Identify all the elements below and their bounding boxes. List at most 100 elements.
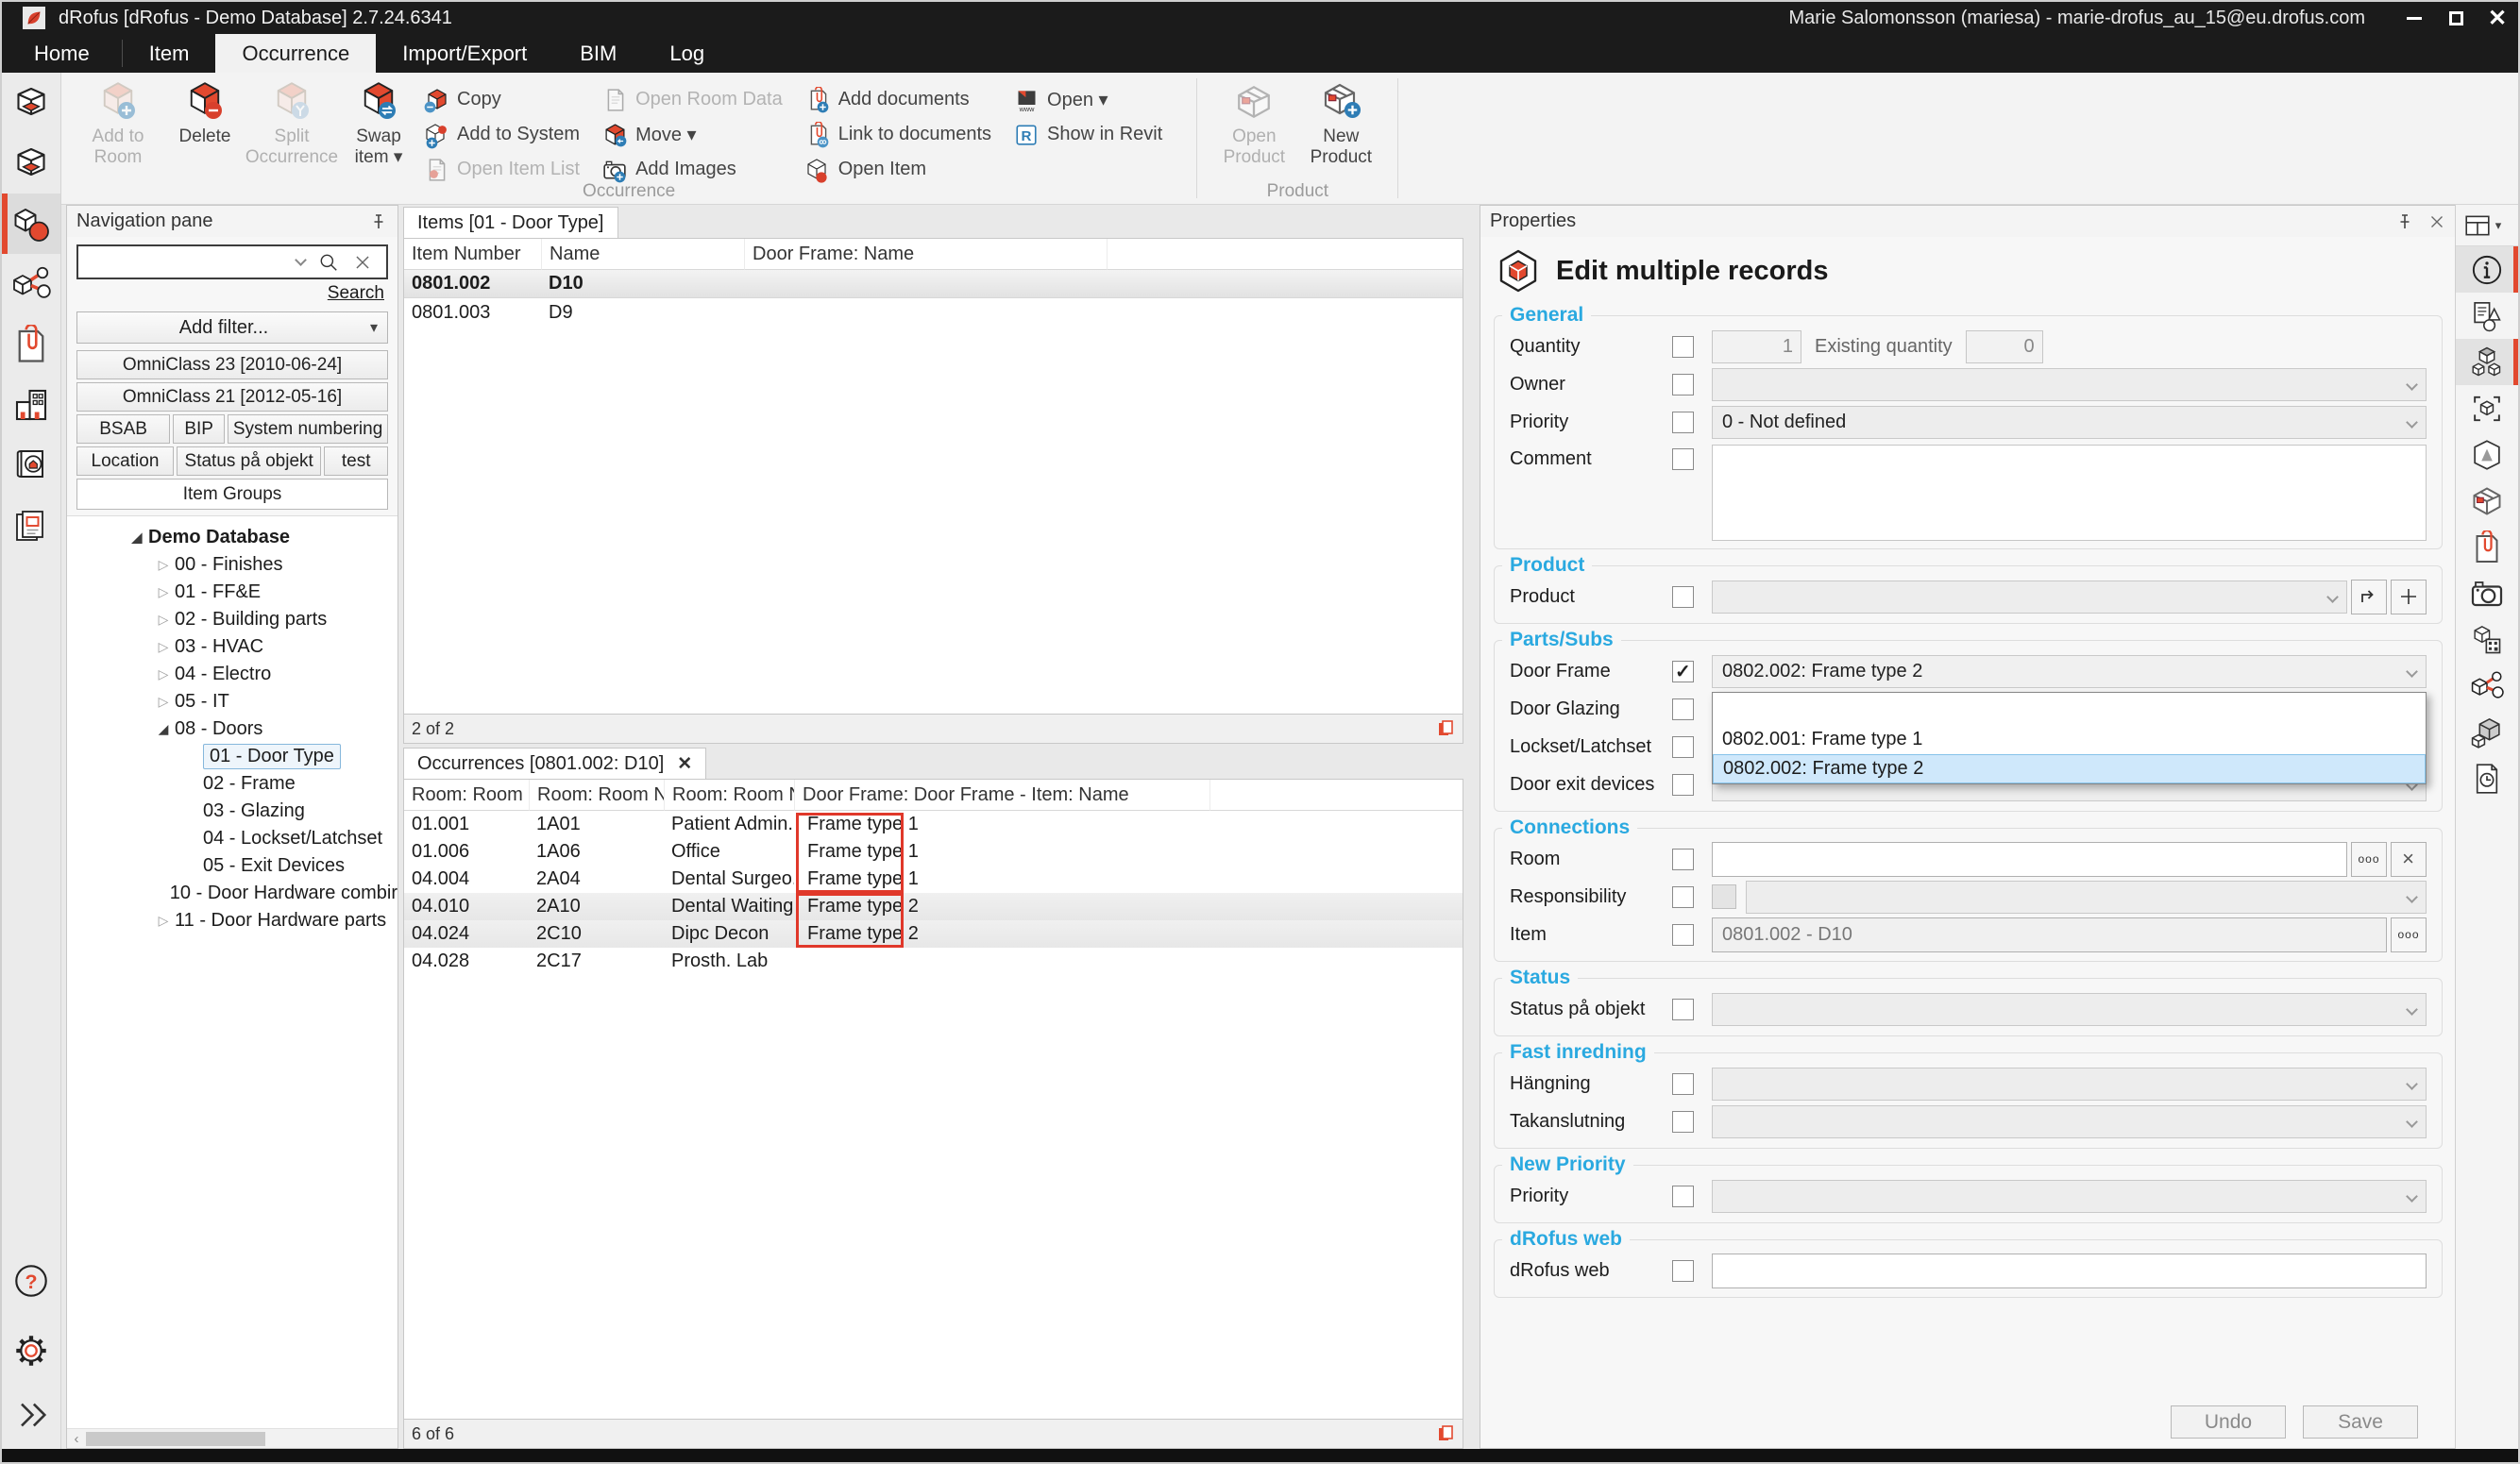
new-priority-select[interactable] [1712, 1180, 2427, 1213]
tree-collapsed-icon[interactable]: ▷ [152, 557, 175, 573]
items-col-door-frame-name[interactable]: Door Frame: Name [744, 239, 1107, 270]
comment-checkbox[interactable] [1672, 448, 1694, 470]
quantity-input[interactable]: 1 [1712, 330, 1801, 363]
add-to-room-button[interactable]: Add toRoom [76, 80, 160, 168]
scrollbar-thumb[interactable] [86, 1432, 265, 1446]
items-col-item-number[interactable]: Item Number [404, 239, 541, 270]
tab-occurrence[interactable]: Occurrence [215, 34, 376, 73]
responsibility-mini-checkbox[interactable] [1712, 884, 1736, 909]
quantity-checkbox[interactable] [1672, 336, 1694, 358]
tree-collapsed-icon[interactable]: ▷ [152, 913, 175, 929]
tree-collapsed-icon[interactable]: ▷ [152, 584, 175, 600]
comment-textarea[interactable] [1712, 445, 2427, 541]
tree-item-04-lockset[interactable]: 04 - Lockset/Latchset [67, 825, 397, 852]
close-panel-icon[interactable] [2427, 212, 2446, 231]
tree-item-03-hvac[interactable]: ▷03 - HVAC [67, 633, 397, 661]
filter-test-button[interactable]: test [324, 446, 388, 476]
filter-omniclass23-button[interactable]: OmniClass 23 [2010-06-24] [76, 350, 388, 379]
rtool-systems-button[interactable] [2456, 663, 2518, 709]
occurrence-row[interactable]: 04.0282C17Prosth. Lab [404, 948, 1463, 975]
new-priority-checkbox[interactable] [1672, 1186, 1694, 1207]
items-row[interactable]: 0801.002 D10 [404, 270, 1463, 298]
close-tab-icon[interactable]: ✕ [677, 753, 692, 775]
hangning-checkbox[interactable] [1672, 1073, 1694, 1095]
filter-bsab-button[interactable]: BSAB [76, 414, 170, 444]
existing-quantity-input[interactable]: 0 [1966, 330, 2043, 363]
priority-select[interactable]: 0 - Not defined [1712, 406, 2427, 439]
occurrence-row[interactable]: 01.0011A01Patient Admin....Frame type 1 [404, 811, 1463, 838]
tree-collapsed-icon[interactable]: ▷ [152, 612, 175, 628]
tree-collapsed-icon[interactable]: ▷ [152, 666, 175, 682]
tree-item-04-electro[interactable]: ▷04 - Electro [67, 661, 397, 688]
filter-bip-button[interactable]: BIP [173, 414, 225, 444]
item-browse-button[interactable]: ooo [2391, 917, 2427, 952]
tab-home[interactable]: Home [2, 34, 122, 73]
sidebar-help-button[interactable] [2, 1262, 60, 1300]
occurrences-status-icon[interactable] [1436, 1424, 1455, 1443]
sidebar-room-data-button[interactable] [2, 133, 60, 194]
link-to-documents-button[interactable]: Link to documents [803, 117, 1012, 152]
tab-import-export[interactable]: Import/Export [376, 34, 553, 73]
undo-button[interactable]: Undo [2171, 1405, 2286, 1439]
sidebar-documents-button[interactable] [2, 314, 60, 375]
open-product-button[interactable]: OpenProduct [1212, 80, 1295, 168]
pin-icon[interactable] [369, 212, 388, 231]
sidebar-catalog-button[interactable] [2, 435, 60, 496]
tree-item-02-frame[interactable]: 02 - Frame [67, 770, 397, 798]
status-pa-objekt-checkbox[interactable] [1672, 999, 1694, 1020]
items-tab[interactable]: Items [01 - Door Type] [403, 207, 618, 238]
rtool-model-button[interactable] [2456, 431, 2518, 478]
rtool-classification-button[interactable] [2456, 616, 2518, 663]
rtool-images-button[interactable] [2456, 570, 2518, 616]
sidebar-reports-button[interactable] [2, 496, 60, 556]
owner-select[interactable] [1712, 368, 2427, 401]
show-in-revit-button[interactable]: Show in Revit [1012, 117, 1183, 152]
horizontal-scrollbar[interactable]: ‹ [67, 1428, 397, 1448]
occ-col-room-name[interactable]: Room: Room N... [664, 780, 794, 811]
rtool-bim-button[interactable] [2456, 385, 2518, 431]
rtool-documents-button[interactable] [2456, 524, 2518, 570]
tree-item-08-doors[interactable]: ◢08 - Doors [67, 715, 397, 743]
rtool-report-button[interactable] [2456, 293, 2518, 339]
tab-bim[interactable]: BIM [553, 34, 643, 73]
sidebar-expand-button[interactable] [2, 1396, 60, 1434]
tree-expanded-icon[interactable]: ◢ [126, 530, 148, 546]
item-checkbox[interactable] [1672, 924, 1694, 946]
items-status-icon[interactable] [1436, 719, 1455, 738]
filter-omniclass21-button[interactable]: OmniClass 21 [2012-05-16] [76, 382, 388, 412]
maximize-button[interactable] [2435, 2, 2477, 34]
sidebar-rooms-button[interactable] [2, 73, 60, 133]
copy-button[interactable]: Copy [422, 82, 600, 117]
search-icon[interactable] [318, 252, 339, 273]
occurrence-row[interactable]: 04.0102A10Dental WaitingFrame type 2 [404, 893, 1463, 920]
tree-item-01-ffe[interactable]: ▷01 - FF&E [67, 579, 397, 606]
room-clear-button[interactable]: × [2391, 842, 2427, 877]
door-frame-checkbox[interactable] [1672, 661, 1694, 682]
split-occurrence-button[interactable]: SplitOccurrence [250, 80, 333, 168]
filter-system-numbering-button[interactable]: System numbering [228, 414, 388, 444]
tree-collapsed-icon[interactable]: ▷ [152, 694, 175, 710]
door-glazing-checkbox[interactable] [1672, 698, 1694, 720]
tree-collapsed-icon[interactable]: ▷ [152, 639, 175, 655]
door-frame-select[interactable]: 0802.002: Frame type 2 [1712, 655, 2427, 688]
swap-item-button[interactable]: Swapitem ▾ [337, 80, 420, 168]
search-input[interactable] [78, 252, 296, 273]
room-browse-button[interactable]: ooo [2351, 842, 2387, 877]
occurrence-row[interactable]: 01.0061A06OfficeFrame type 1 [404, 838, 1463, 866]
product-checkbox[interactable] [1672, 586, 1694, 608]
filter-item-groups-button[interactable]: Item Groups [76, 479, 388, 510]
occ-col-room-function[interactable]: Room: Room Fu... [404, 780, 529, 811]
drofus-web-input[interactable] [1712, 1254, 2427, 1288]
items-row[interactable]: 0801.003 D9 [404, 298, 1463, 327]
tree-item-01-door-type[interactable]: 01 - Door Type [67, 743, 397, 770]
sidebar-project-button[interactable] [2, 375, 60, 435]
close-button[interactable]: ✕ [2477, 2, 2518, 34]
filter-location-button[interactable]: Location [76, 446, 174, 476]
sidebar-systems-button[interactable] [2, 254, 60, 314]
responsibility-select[interactable] [1746, 881, 2427, 914]
tab-item[interactable]: Item [123, 34, 216, 73]
add-documents-button[interactable]: Add documents [803, 82, 1012, 117]
move-button[interactable]: Move ▾ [600, 117, 803, 152]
tree-item-00-finishes[interactable]: ▷00 - Finishes [67, 551, 397, 579]
rtool-occurrences-button[interactable] [2456, 339, 2518, 385]
